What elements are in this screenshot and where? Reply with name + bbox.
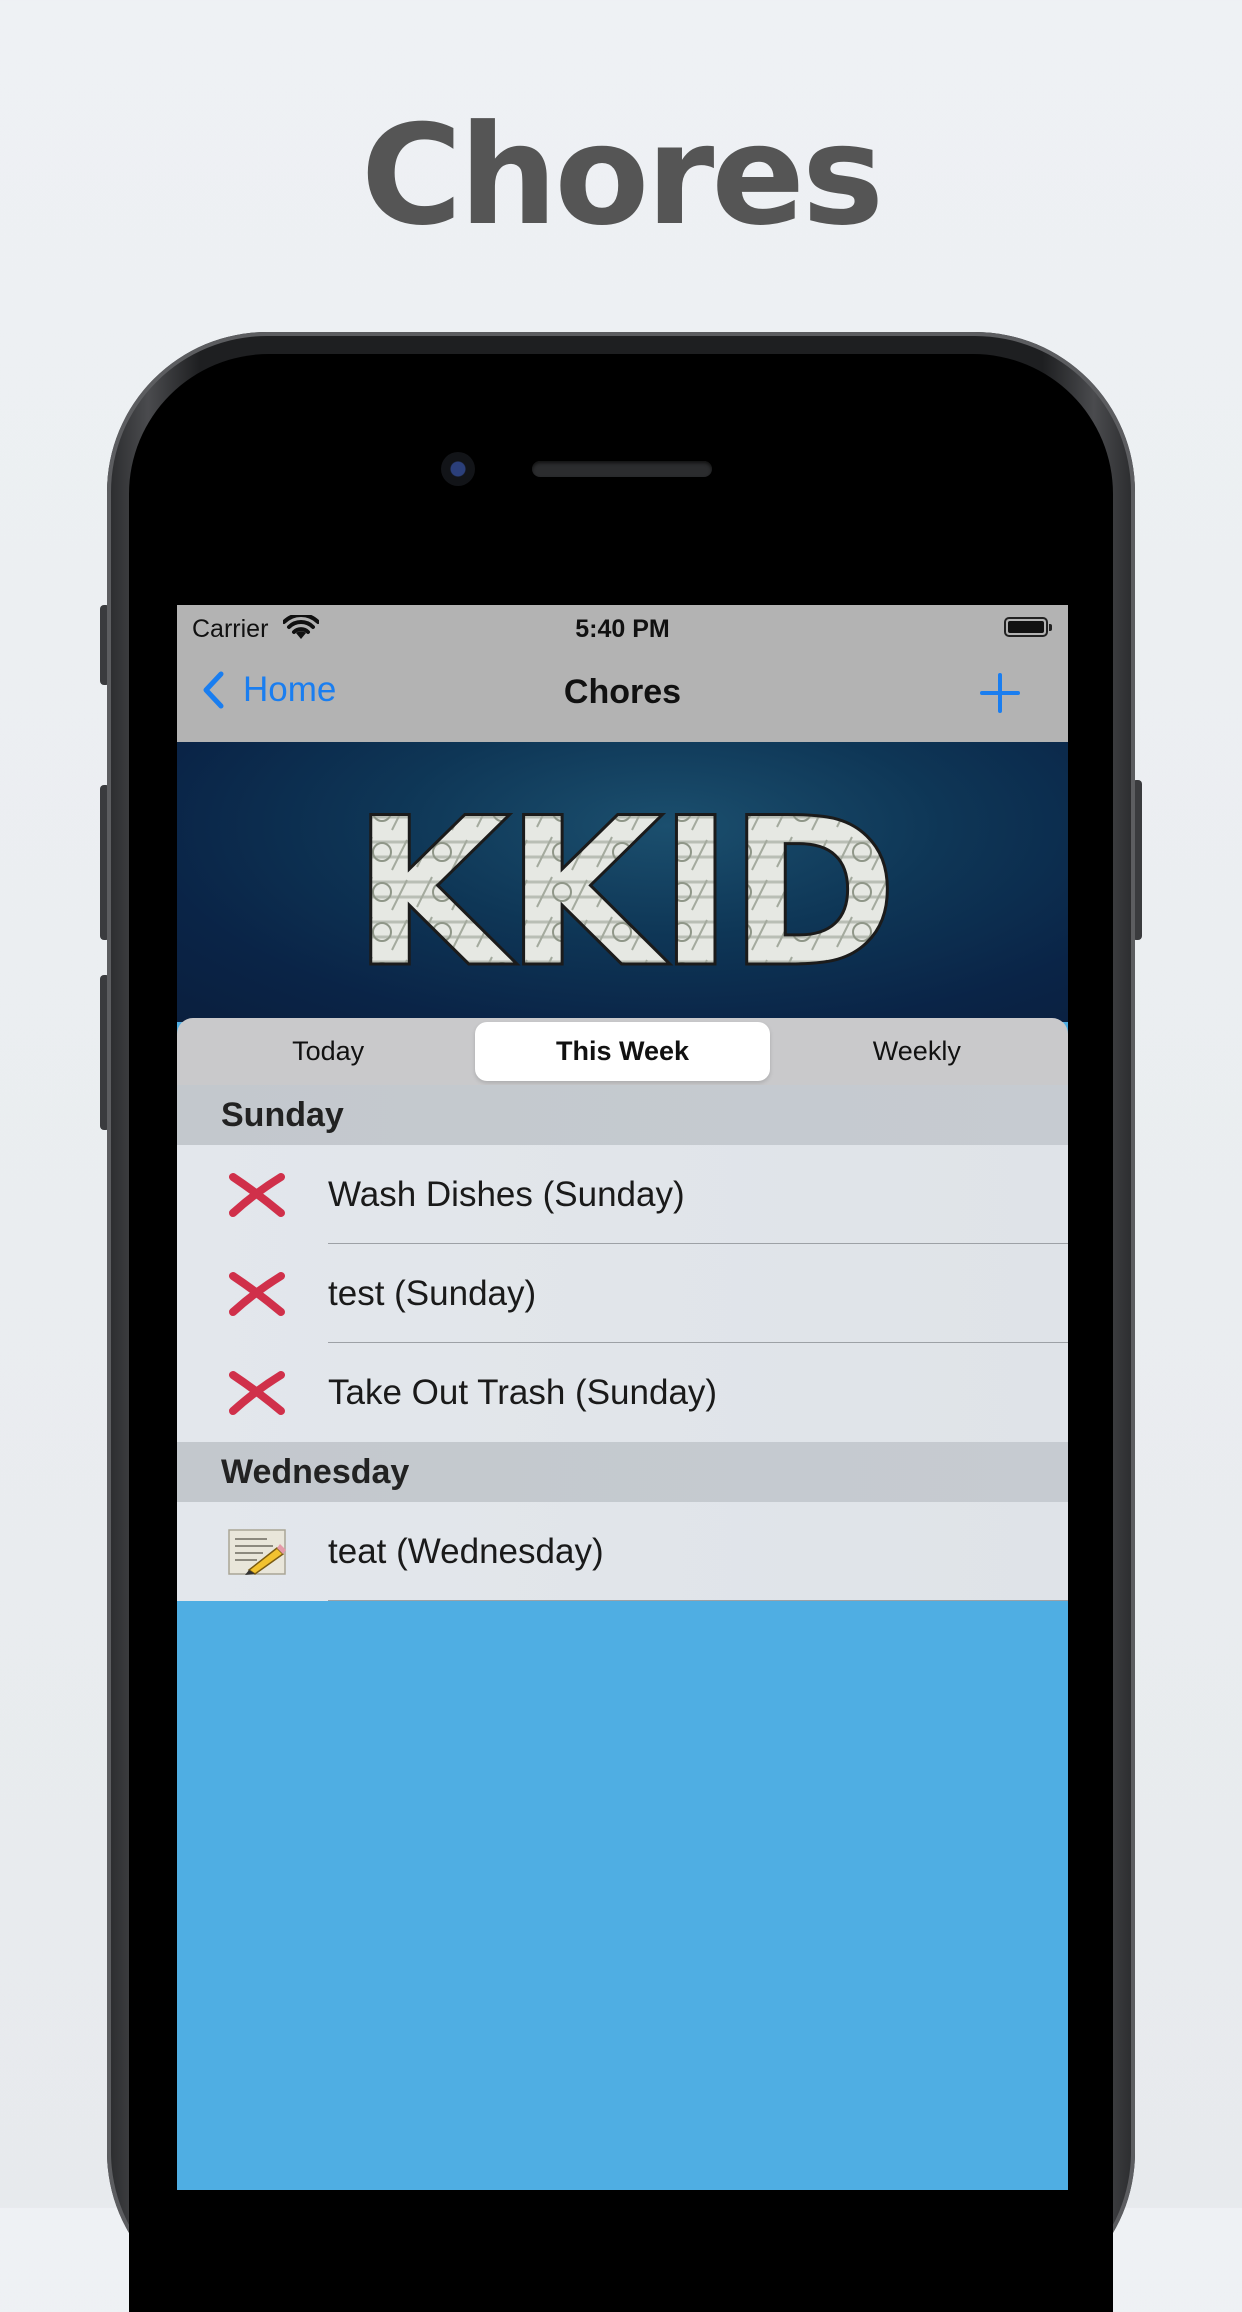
list-item[interactable]: Wash Dishes (Sunday) bbox=[177, 1145, 1068, 1244]
kkid-logo: KKID bbox=[352, 792, 892, 977]
chore-label: teat (Wednesday) bbox=[328, 1532, 604, 1571]
earpiece-speaker bbox=[532, 461, 712, 477]
nav-title: Chores bbox=[563, 673, 682, 711]
navigation-bar: Carrier 5:40 PM Home Chores bbox=[177, 605, 1068, 742]
row-separator bbox=[328, 1600, 1068, 1601]
kkid-logo-text: KKID bbox=[352, 792, 892, 977]
chore-label: Wash Dishes (Sunday) bbox=[328, 1175, 685, 1214]
chores-list: Sunday Wash Dishes (Sunday) test (Sunday… bbox=[177, 1085, 1068, 1601]
tab-this-week[interactable]: This Week bbox=[475, 1022, 770, 1081]
status-time: 5:40 PM bbox=[575, 615, 670, 643]
promo-title: Chores bbox=[360, 95, 884, 256]
x-mark-icon bbox=[229, 1272, 285, 1316]
section-header-wednesday: Wednesday bbox=[177, 1442, 1068, 1502]
list-item[interactable]: Take Out Trash (Sunday) bbox=[177, 1343, 1068, 1442]
tab-today[interactable]: Today bbox=[181, 1022, 475, 1081]
section-header-sunday: Sunday bbox=[177, 1085, 1068, 1145]
period-segmented-control: Today This Week Weekly bbox=[177, 1018, 1068, 1085]
battery-icon bbox=[1004, 617, 1052, 637]
memo-pencil-icon bbox=[228, 1529, 286, 1575]
x-mark-icon bbox=[229, 1371, 285, 1415]
chore-label: test (Sunday) bbox=[328, 1274, 537, 1313]
x-mark-icon bbox=[229, 1173, 285, 1217]
add-chore-plus-icon[interactable] bbox=[980, 673, 1020, 713]
app-screen: Carrier 5:40 PM Home Chores KKID Today T… bbox=[177, 605, 1068, 2190]
list-item[interactable]: teat (Wednesday) bbox=[177, 1502, 1068, 1601]
kkid-banner: KKID bbox=[177, 742, 1068, 1022]
tab-weekly[interactable]: Weekly bbox=[770, 1022, 1064, 1081]
front-camera bbox=[441, 452, 475, 486]
chore-label: Take Out Trash (Sunday) bbox=[328, 1373, 718, 1412]
list-item[interactable]: test (Sunday) bbox=[177, 1244, 1068, 1343]
